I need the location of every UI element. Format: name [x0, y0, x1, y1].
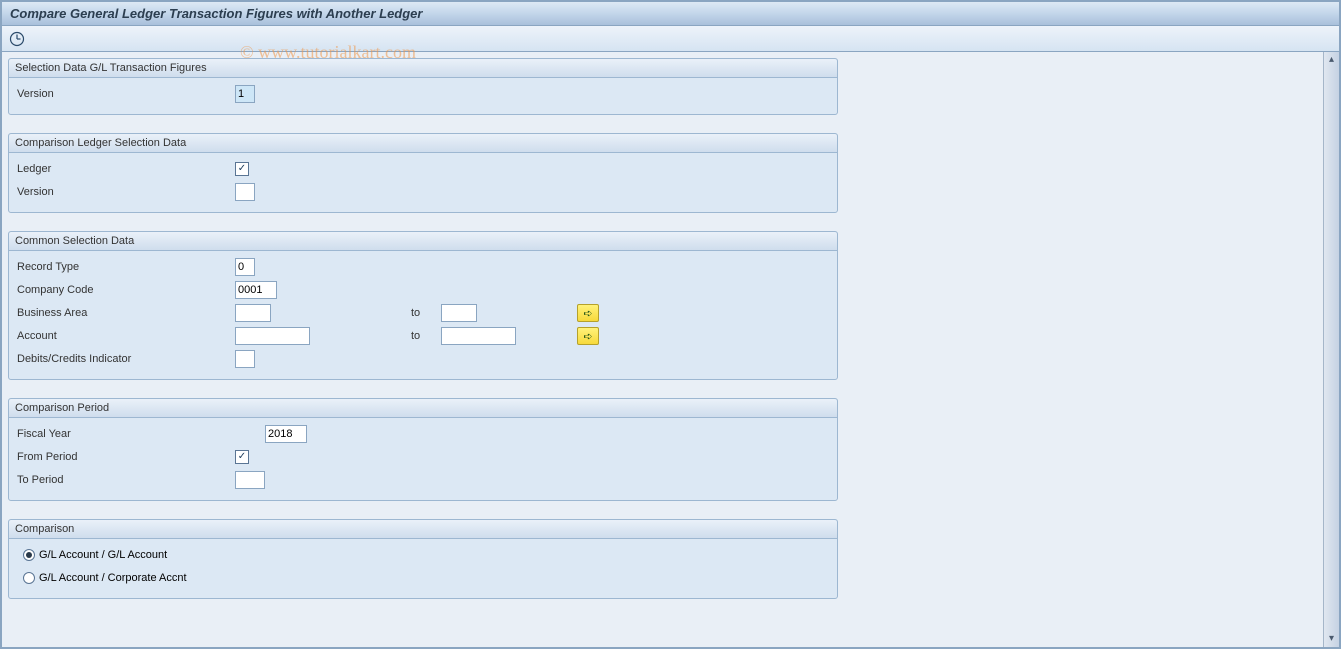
- version-label: Version: [15, 88, 235, 100]
- comp-version-input[interactable]: [235, 183, 255, 201]
- group-header-period: Comparison Period: [9, 399, 837, 418]
- toolbar: [2, 26, 1339, 52]
- business-area-from-input[interactable]: [235, 304, 271, 322]
- dc-indicator-label: Debits/Credits Indicator: [15, 353, 235, 365]
- to-period-input[interactable]: [235, 471, 265, 489]
- scroll-up-icon[interactable]: ▴: [1326, 54, 1338, 66]
- group-header-comp-ledger: Comparison Ledger Selection Data: [9, 134, 837, 153]
- record-type-label: Record Type: [15, 261, 235, 273]
- radio-gl-gl-label: G/L Account / G/L Account: [39, 549, 167, 561]
- radio-gl-corp-label: G/L Account / Corporate Accnt: [39, 572, 187, 584]
- acc-to-label: to: [411, 330, 441, 342]
- group-common: Common Selection Data Record Type Compan…: [8, 231, 838, 380]
- dc-indicator-input[interactable]: [235, 350, 255, 368]
- ledger-checkbox[interactable]: ✓: [235, 162, 249, 176]
- arrow-right-icon: ➪: [583, 330, 592, 343]
- company-code-label: Company Code: [15, 284, 235, 296]
- account-label: Account: [15, 330, 235, 342]
- group-header-comparison: Comparison: [9, 520, 837, 539]
- ba-multiple-selection-button[interactable]: ➪: [577, 304, 599, 322]
- fiscal-year-label: Fiscal Year: [15, 428, 265, 440]
- window-title: Compare General Ledger Transaction Figur…: [2, 2, 1339, 26]
- group-header-common: Common Selection Data: [9, 232, 837, 251]
- radio-gl-gl[interactable]: G/L Account / G/L Account: [15, 549, 167, 561]
- scroll-down-icon[interactable]: ▾: [1326, 633, 1338, 645]
- record-type-input[interactable]: [235, 258, 255, 276]
- group-comp-ledger: Comparison Ledger Selection Data Ledger …: [8, 133, 838, 213]
- from-period-label: From Period: [15, 451, 235, 463]
- radio-circle-icon: [23, 572, 35, 584]
- ledger-label: Ledger: [15, 163, 235, 175]
- comp-version-label: Version: [15, 186, 235, 198]
- group-header-gl-figures: Selection Data G/L Transaction Figures: [9, 59, 837, 78]
- to-period-label: To Period: [15, 474, 235, 486]
- group-period: Comparison Period Fiscal Year From Perio…: [8, 398, 838, 501]
- account-to-input[interactable]: [441, 327, 516, 345]
- ba-to-label: to: [411, 307, 441, 319]
- business-area-to-input[interactable]: [441, 304, 477, 322]
- fiscal-year-input[interactable]: [265, 425, 307, 443]
- group-comparison: Comparison G/L Account / G/L Account G/L…: [8, 519, 838, 599]
- group-gl-figures: Selection Data G/L Transaction Figures V…: [8, 58, 838, 115]
- radio-gl-corp[interactable]: G/L Account / Corporate Accnt: [15, 572, 187, 584]
- radio-circle-icon: [23, 549, 35, 561]
- vertical-scrollbar[interactable]: ▴ ▾: [1323, 52, 1339, 647]
- version-input[interactable]: [235, 85, 255, 103]
- acc-multiple-selection-button[interactable]: ➪: [577, 327, 599, 345]
- company-code-input[interactable]: [235, 281, 277, 299]
- account-from-input[interactable]: [235, 327, 310, 345]
- arrow-right-icon: ➪: [583, 307, 592, 320]
- content-area: Selection Data G/L Transaction Figures V…: [2, 52, 1323, 647]
- execute-icon[interactable]: [8, 30, 26, 48]
- business-area-label: Business Area: [15, 307, 235, 319]
- from-period-checkbox[interactable]: ✓: [235, 450, 249, 464]
